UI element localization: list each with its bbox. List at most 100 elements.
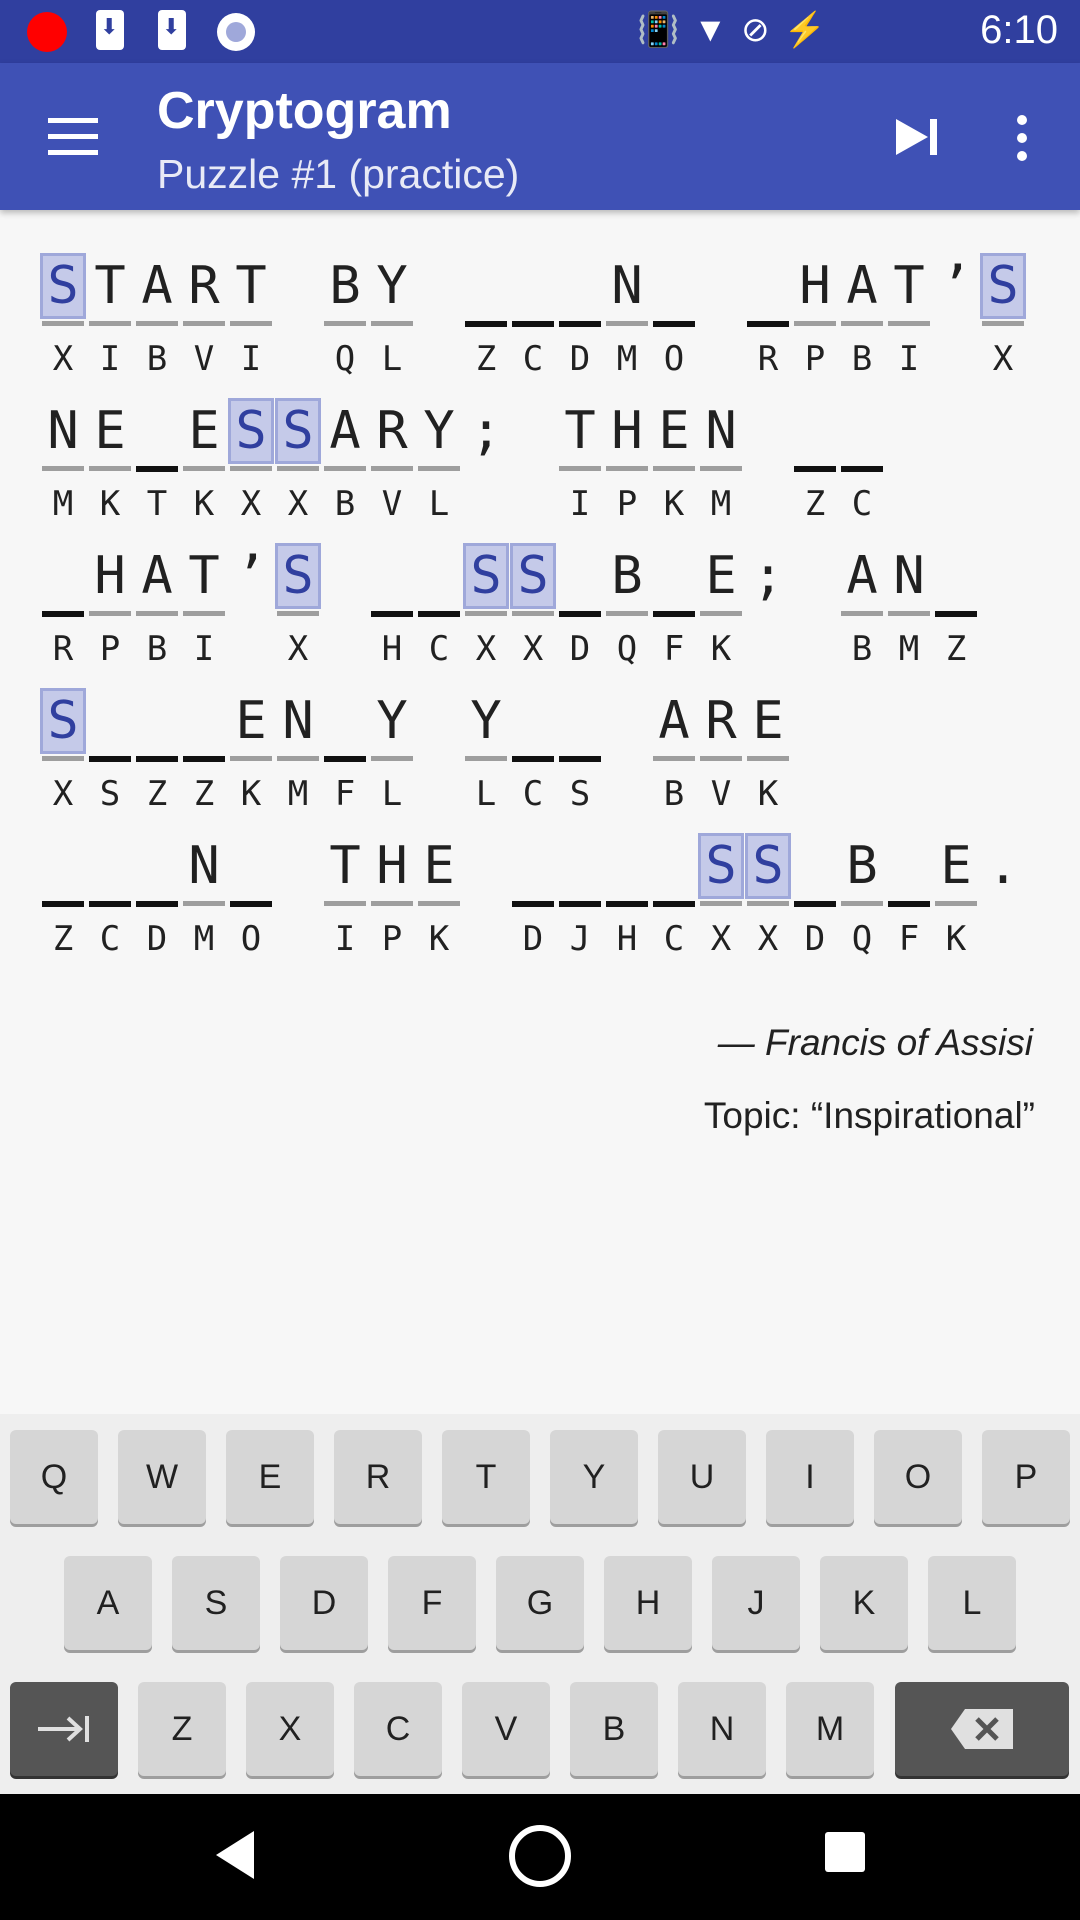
letter-cell[interactable]: SX — [980, 245, 1027, 379]
key-a[interactable]: A — [64, 1556, 152, 1650]
letter-cell[interactable]: NM — [275, 680, 322, 814]
key-x[interactable]: X — [246, 1682, 334, 1776]
key-l[interactable]: L — [928, 1556, 1016, 1650]
letter-cell[interactable]: AB — [134, 535, 181, 669]
letter-cell[interactable]: YL — [463, 680, 510, 814]
letter-cell[interactable]: TI — [322, 825, 369, 959]
letter-cell[interactable]: NM — [698, 390, 745, 524]
letter-cell[interactable]: Z — [181, 680, 228, 814]
key-t[interactable]: T — [442, 1430, 530, 1524]
key-i[interactable]: I — [766, 1430, 854, 1524]
letter-cell[interactable]: C — [416, 535, 463, 669]
key-q[interactable]: Q — [10, 1430, 98, 1524]
key-z[interactable]: Z — [138, 1682, 226, 1776]
letter-cell[interactable]: SX — [463, 535, 510, 669]
letter-cell[interactable]: RV — [181, 245, 228, 379]
letter-cell[interactable]: R — [745, 245, 792, 379]
letter-cell[interactable]: AB — [134, 245, 181, 379]
letter-cell[interactable]: NM — [604, 245, 651, 379]
letter-cell[interactable]: C — [87, 825, 134, 959]
letter-cell[interactable]: HP — [369, 825, 416, 959]
letter-cell[interactable]: O — [228, 825, 275, 959]
letter-cell[interactable]: NM — [886, 535, 933, 669]
letter-cell[interactable]: SX — [228, 390, 275, 524]
letter-cell[interactable]: F — [651, 535, 698, 669]
letter-cell[interactable]: SX — [40, 245, 87, 379]
letter-cell[interactable]: SX — [698, 825, 745, 959]
key-e[interactable]: E — [226, 1430, 314, 1524]
letter-cell[interactable]: HP — [87, 535, 134, 669]
letter-cell[interactable]: BQ — [604, 535, 651, 669]
letter-cell[interactable]: BQ — [322, 245, 369, 379]
letter-cell[interactable]: R — [40, 535, 87, 669]
skip-next-icon[interactable] — [888, 115, 948, 159]
key-o[interactable]: O — [874, 1430, 962, 1524]
key-d[interactable]: D — [280, 1556, 368, 1650]
letter-cell[interactable]: AB — [322, 390, 369, 524]
letter-cell[interactable]: EK — [228, 680, 275, 814]
key-v[interactable]: V — [462, 1682, 550, 1776]
key-m[interactable]: M — [786, 1682, 874, 1776]
key-j[interactable]: J — [712, 1556, 800, 1650]
letter-cell[interactable]: D — [510, 825, 557, 959]
key-s[interactable]: S — [172, 1556, 260, 1650]
letter-cell[interactable]: D — [134, 825, 181, 959]
letter-cell[interactable]: SX — [745, 825, 792, 959]
key-f[interactable]: F — [388, 1556, 476, 1650]
key-k[interactable]: K — [820, 1556, 908, 1650]
letter-cell[interactable]: C — [510, 680, 557, 814]
letter-cell[interactable]: BQ — [839, 825, 886, 959]
letter-cell[interactable]: EK — [87, 390, 134, 524]
home-icon[interactable] — [509, 1825, 571, 1887]
key-h[interactable]: H — [604, 1556, 692, 1650]
letter-cell[interactable]: EK — [181, 390, 228, 524]
letter-cell[interactable]: F — [886, 825, 933, 959]
letter-cell[interactable]: T — [134, 390, 181, 524]
letter-cell[interactable]: AB — [839, 245, 886, 379]
key-r[interactable]: R — [334, 1430, 422, 1524]
backspace-key[interactable] — [895, 1682, 1069, 1776]
recents-icon[interactable] — [825, 1832, 865, 1872]
letter-cell[interactable]: SX — [275, 535, 322, 669]
letter-cell[interactable]: C — [839, 390, 886, 524]
letter-cell[interactable]: H — [604, 825, 651, 959]
letter-cell[interactable]: D — [557, 245, 604, 379]
key-b[interactable]: B — [570, 1682, 658, 1776]
letter-cell[interactable]: EK — [651, 390, 698, 524]
back-icon[interactable] — [216, 1831, 254, 1879]
letter-cell[interactable]: AB — [651, 680, 698, 814]
letter-cell[interactable]: RV — [369, 390, 416, 524]
letter-cell[interactable]: NM — [181, 825, 228, 959]
letter-cell[interactable]: D — [557, 535, 604, 669]
tab-key[interactable] — [10, 1682, 118, 1776]
letter-cell[interactable]: J — [557, 825, 604, 959]
letter-cell[interactable]: SX — [275, 390, 322, 524]
letter-cell[interactable]: TI — [886, 245, 933, 379]
letter-cell[interactable]: NM — [40, 390, 87, 524]
letter-cell[interactable]: EK — [745, 680, 792, 814]
letter-cell[interactable]: S — [87, 680, 134, 814]
menu-icon[interactable] — [48, 118, 98, 156]
letter-cell[interactable]: SX — [510, 535, 557, 669]
letter-cell[interactable]: YL — [369, 680, 416, 814]
letter-cell[interactable]: YL — [369, 245, 416, 379]
key-w[interactable]: W — [118, 1430, 206, 1524]
letter-cell[interactable]: TI — [228, 245, 275, 379]
letter-cell[interactable]: RV — [698, 680, 745, 814]
letter-cell[interactable]: C — [510, 245, 557, 379]
key-y[interactable]: Y — [550, 1430, 638, 1524]
letter-cell[interactable]: Z — [933, 535, 980, 669]
letter-cell[interactable]: HP — [604, 390, 651, 524]
letter-cell[interactable]: AB — [839, 535, 886, 669]
letter-cell[interactable]: O — [651, 245, 698, 379]
letter-cell[interactable]: D — [792, 825, 839, 959]
letter-cell[interactable]: C — [651, 825, 698, 959]
more-options-icon[interactable] — [1008, 111, 1036, 171]
letter-cell[interactable]: Z — [463, 245, 510, 379]
key-g[interactable]: G — [496, 1556, 584, 1650]
letter-cell[interactable]: TI — [181, 535, 228, 669]
letter-cell[interactable]: EK — [698, 535, 745, 669]
letter-cell[interactable]: F — [322, 680, 369, 814]
letter-cell[interactable]: Z — [40, 825, 87, 959]
letter-cell[interactable]: Z — [134, 680, 181, 814]
